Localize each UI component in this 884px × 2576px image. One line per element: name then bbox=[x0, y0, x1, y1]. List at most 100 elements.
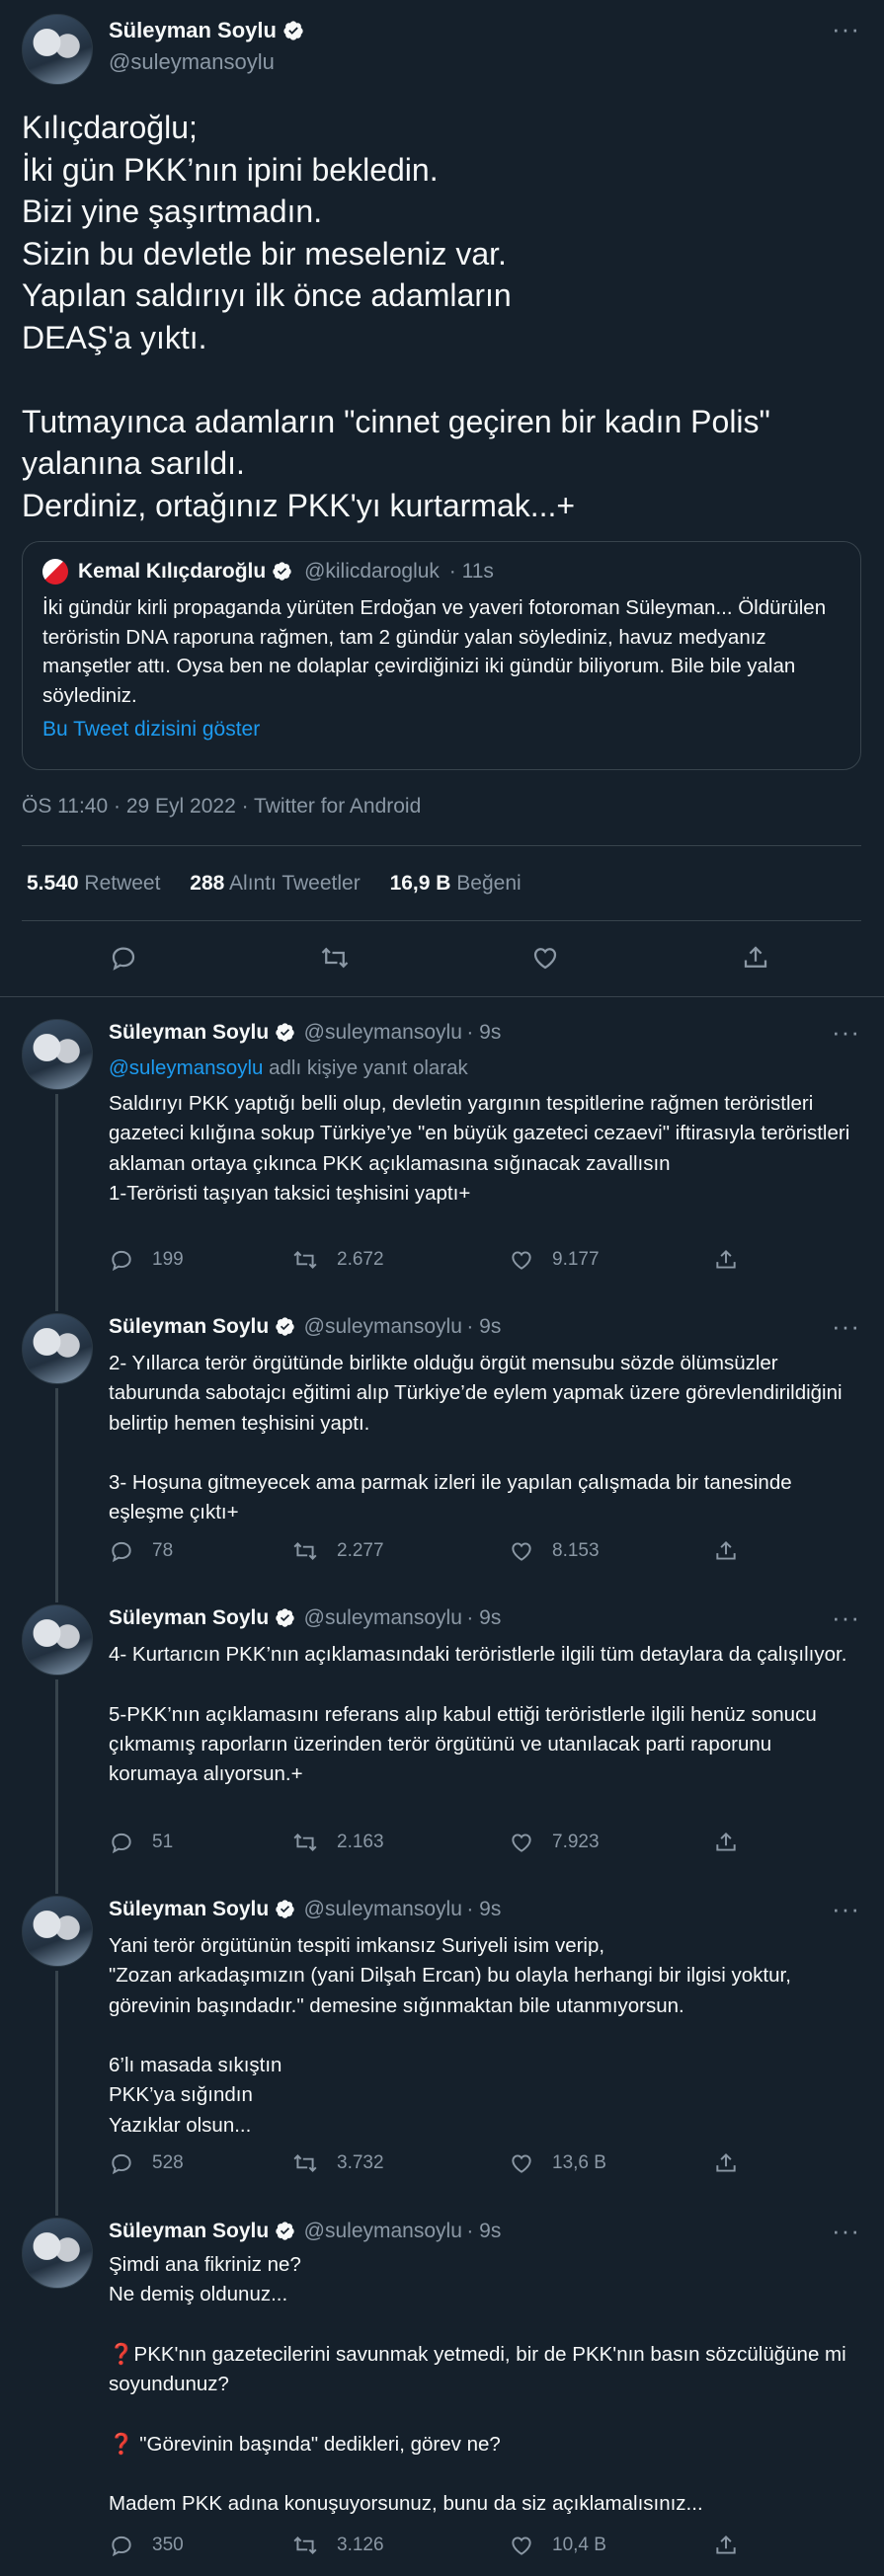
like-button[interactable]: 9.177 bbox=[509, 1247, 600, 1273]
author-handle[interactable]: @suleymansoylu bbox=[304, 1606, 462, 1629]
author-name[interactable]: Süleyman Soylu bbox=[109, 1315, 269, 1338]
reply-header: Süleyman Soylu @suleymansoylu · 9s bbox=[109, 1898, 501, 1921]
reply-count: 528 bbox=[152, 2152, 184, 2173]
retweet-button[interactable]: 2.672 bbox=[291, 1247, 384, 1273]
tweet-text: 4- Kurtarıcın PKK’nın açıklamasındaki te… bbox=[109, 1643, 847, 1786]
tweet-text: Kılıçdaroğlu; İki gün PKK’nın ipini bekl… bbox=[22, 110, 770, 523]
like-icon[interactable] bbox=[530, 943, 560, 973]
retweet-stat[interactable]: 5.540 Retweet bbox=[27, 872, 160, 895]
retweet-button[interactable]: 3.732 bbox=[291, 2150, 384, 2176]
reply-button[interactable]: 78 bbox=[109, 1538, 173, 1564]
reply-to-handle[interactable]: @suleymansoylu bbox=[109, 1056, 263, 1079]
tweet-time[interactable]: · 9s bbox=[466, 1898, 501, 1920]
reply-button[interactable]: 528 bbox=[109, 2150, 184, 2176]
more-options-icon[interactable]: ··· bbox=[832, 14, 860, 44]
verified-badge-icon bbox=[273, 562, 291, 581]
like-count: 7.923 bbox=[552, 1832, 600, 1852]
author-handle[interactable]: @suleymansoylu bbox=[304, 1021, 462, 1044]
verified-badge-icon bbox=[276, 1900, 294, 1918]
reply-count: 199 bbox=[152, 1249, 184, 1270]
reply-tweet[interactable]: Süleyman Soylu @suleymansoylu · 9s ··· Y… bbox=[0, 1874, 884, 2198]
more-options-icon[interactable]: ··· bbox=[832, 1017, 860, 1048]
reply-button[interactable]: 350 bbox=[109, 2533, 184, 2558]
retweet-icon bbox=[293, 1542, 317, 1560]
author-handle[interactable]: @suleymansoylu bbox=[109, 49, 275, 75]
divider bbox=[22, 845, 861, 846]
quote-stat[interactable]: 288 Alıntı Tweetler bbox=[190, 872, 360, 895]
author-handle[interactable]: @suleymansoylu bbox=[304, 1315, 462, 1338]
author-name[interactable]: Süleyman Soylu bbox=[109, 18, 277, 42]
verified-badge-icon bbox=[276, 1608, 294, 1627]
author-name-row[interactable]: Süleyman Soylu bbox=[109, 18, 304, 43]
avatar[interactable] bbox=[22, 1896, 93, 1967]
reply-icon bbox=[112, 1833, 131, 1854]
like-stat[interactable]: 16,9 B Beğeni bbox=[390, 872, 522, 895]
tweet-time[interactable]: · 9s bbox=[466, 1606, 501, 1629]
like-button[interactable]: 8.153 bbox=[509, 1538, 600, 1564]
reply-count: 350 bbox=[152, 2535, 184, 2555]
thread-line bbox=[55, 1971, 58, 2198]
show-thread-link[interactable]: Bu Tweet dizisini göster bbox=[42, 718, 260, 742]
author-name[interactable]: Süleyman Soylu bbox=[109, 2220, 269, 2242]
tweet-time[interactable]: · 9s bbox=[466, 2220, 501, 2242]
avatar[interactable] bbox=[22, 2218, 93, 2289]
share-icon[interactable] bbox=[741, 943, 770, 973]
share-button[interactable] bbox=[713, 1830, 739, 1855]
more-options-icon[interactable]: ··· bbox=[832, 1894, 860, 1924]
author-handle[interactable]: @suleymansoylu bbox=[304, 2220, 462, 2242]
more-options-icon[interactable]: ··· bbox=[832, 2216, 860, 2246]
share-button[interactable] bbox=[713, 1538, 739, 1564]
retweet-icon bbox=[293, 2537, 317, 2554]
avatar[interactable] bbox=[22, 1019, 93, 1090]
like-count: 13,6 B bbox=[552, 2152, 606, 2173]
share-icon bbox=[716, 1540, 736, 1560]
share-button[interactable] bbox=[713, 1247, 739, 1273]
reply-header: Süleyman Soylu @suleymansoylu · 9s bbox=[109, 2220, 501, 2243]
like-button[interactable]: 10,4 B bbox=[509, 2533, 606, 2558]
reply-button[interactable]: 199 bbox=[109, 1247, 184, 1273]
avatar[interactable] bbox=[22, 1604, 93, 1676]
avatar[interactable] bbox=[22, 1313, 93, 1384]
tweet-text: Şimdi ana fikriniz ne? Ne demiş oldunuz.… bbox=[109, 2253, 846, 2516]
tweet-time[interactable]: · 9s bbox=[466, 1315, 501, 1338]
quoted-tweet[interactable]: Kemal Kılıçdaroğlu @kilicdarogluk · 11s … bbox=[22, 541, 861, 770]
retweet-button[interactable]: 3.126 bbox=[291, 2533, 384, 2558]
retweet-button[interactable]: 2.277 bbox=[291, 1538, 384, 1564]
avatar[interactable] bbox=[22, 14, 93, 85]
verified-badge-icon bbox=[283, 21, 303, 40]
like-icon bbox=[512, 1251, 531, 1270]
more-options-icon[interactable]: ··· bbox=[832, 1602, 860, 1633]
tweet-time[interactable]: · 9s bbox=[466, 1021, 501, 1044]
reply-tweet[interactable]: Süleyman Soylu @suleymansoylu · 9s ··· 2… bbox=[0, 1291, 884, 1586]
like-button[interactable]: 7.923 bbox=[509, 1830, 600, 1855]
reply-tweet[interactable]: Süleyman Soylu @suleymansoylu · 9s ··· 4… bbox=[0, 1583, 884, 1877]
reply-icon bbox=[112, 1250, 131, 1272]
like-icon bbox=[512, 2154, 531, 2173]
reply-tweet[interactable]: Süleyman Soylu @suleymansoylu · 9s ··· Ş… bbox=[0, 2196, 884, 2576]
retweet-icon[interactable] bbox=[319, 943, 351, 973]
author-name[interactable]: Süleyman Soylu bbox=[109, 1021, 269, 1044]
tweet-actions: 78 2.277 8.153 bbox=[109, 1538, 751, 1568]
reply-icon[interactable] bbox=[109, 943, 138, 973]
divider bbox=[22, 920, 861, 921]
tweet-text: 2- Yıllarca terör örgütünde birlikte old… bbox=[109, 1352, 843, 1524]
share-button[interactable] bbox=[713, 2150, 739, 2176]
reply-button[interactable]: 51 bbox=[109, 1830, 173, 1855]
share-button[interactable] bbox=[713, 2533, 739, 2558]
thread-line bbox=[55, 2196, 58, 2216]
author-name[interactable]: Süleyman Soylu bbox=[109, 1898, 269, 1920]
reply-to-label: @suleymansoylu adlı kişiye yanıt olarak bbox=[109, 1056, 468, 1079]
author-handle[interactable]: @suleymansoylu bbox=[304, 1898, 462, 1920]
author-name[interactable]: Süleyman Soylu bbox=[109, 1606, 269, 1629]
reply-header: Süleyman Soylu @suleymansoylu · 9s bbox=[109, 1315, 501, 1339]
retweet-button[interactable]: 2.163 bbox=[291, 1830, 384, 1855]
tweet-meta[interactable]: ÖS 11:40 · 29 Eyl 2022 · Twitter for And… bbox=[22, 795, 421, 819]
like-button[interactable]: 13,6 B bbox=[509, 2150, 606, 2176]
like-icon bbox=[512, 1834, 531, 1852]
more-options-icon[interactable]: ··· bbox=[832, 1311, 860, 1342]
quote-time: · 11s bbox=[448, 560, 494, 583]
thread-line bbox=[55, 1583, 58, 1602]
retweet-count: 2.672 bbox=[337, 1249, 384, 1270]
reply-icon bbox=[112, 2153, 131, 2175]
reply-tweet[interactable]: Süleyman Soylu @suleymansoylu · 9s ··· @… bbox=[0, 997, 884, 1301]
